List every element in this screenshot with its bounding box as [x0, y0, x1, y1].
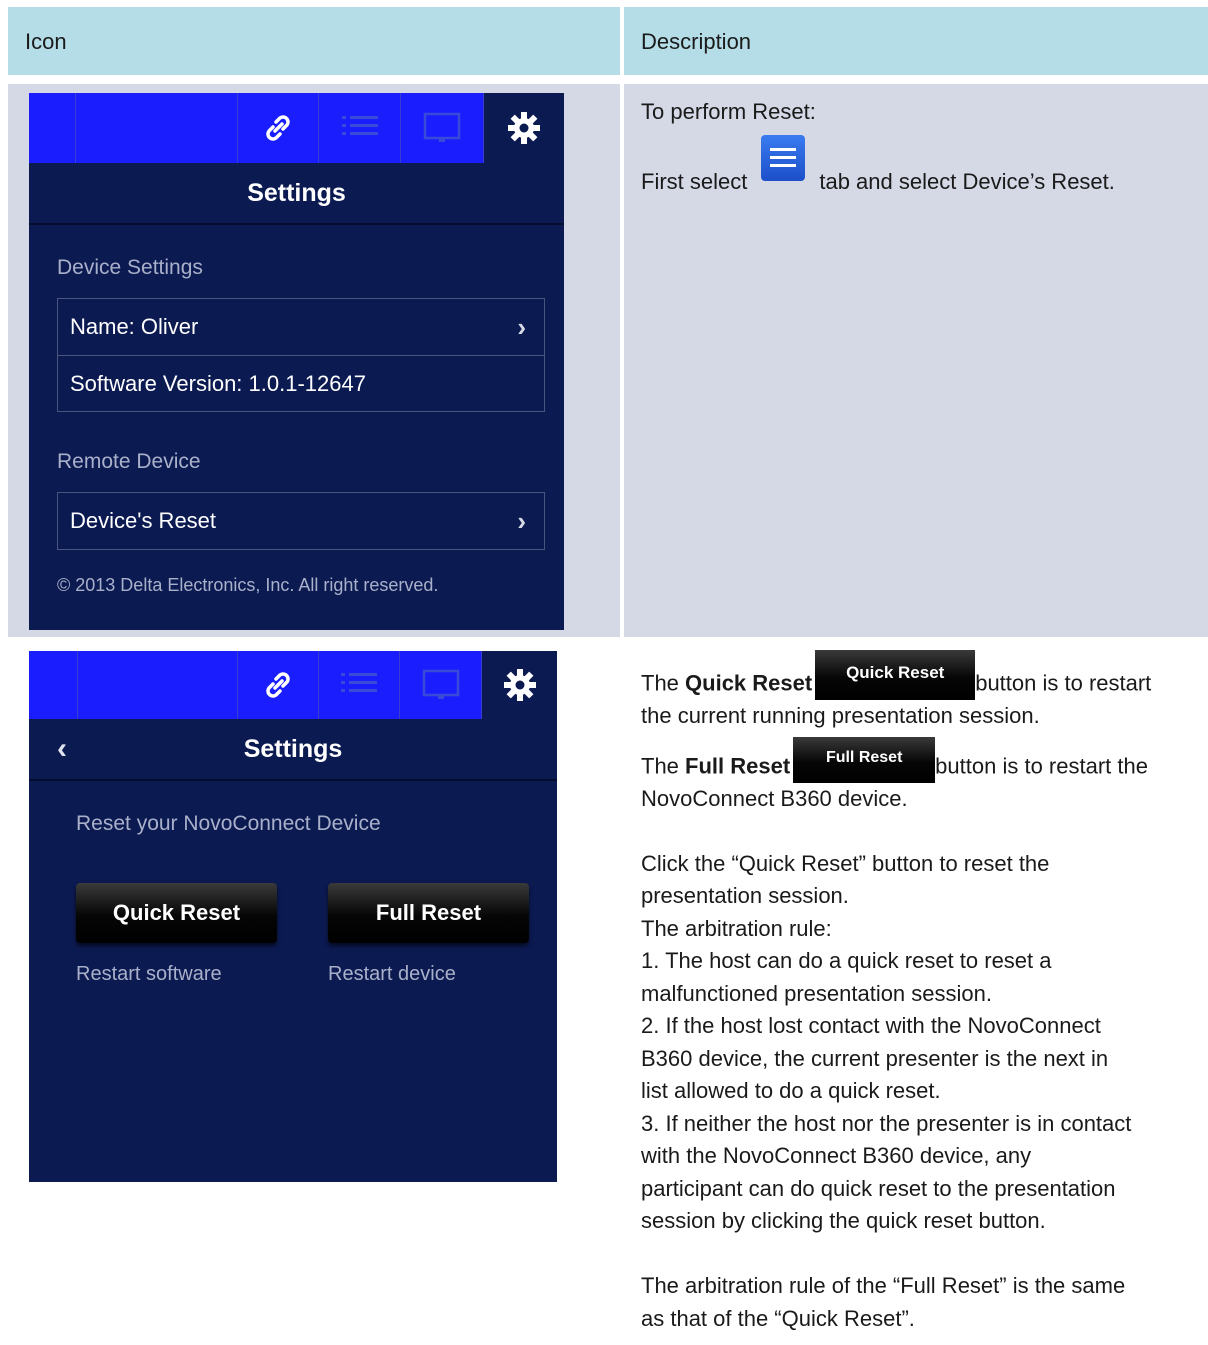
device-reset-list-item[interactable]: Device's Reset › [58, 493, 544, 549]
tab-link[interactable] [237, 93, 318, 163]
desc-line: malfunctioned presentation session. [641, 980, 992, 1006]
first-select-text: First select [641, 168, 748, 194]
perform-reset-line: To perform Reset: [641, 99, 816, 124]
name-list-item[interactable]: Name: Oliver › [58, 299, 544, 355]
tab-link[interactable] [237, 651, 318, 719]
full-reset-para-line2: NovoConnect B360 device. [641, 785, 908, 811]
full-reset-para-tail: button is to restart the [935, 753, 1148, 778]
full-reset-bold: Full Reset [685, 753, 791, 778]
desc-line: Click the “Quick Reset” button to reset … [641, 850, 1050, 876]
screen-icon [423, 112, 461, 142]
list-icon [341, 116, 378, 135]
device-settings-list: Name: Oliver › Software Version: 1.0.1-1… [57, 298, 545, 412]
tab-bar [29, 651, 557, 719]
header-icon-label: Icon [25, 29, 67, 54]
quick-reset-subtitle: Restart software [76, 963, 222, 985]
reset-screen-screenshot: ‹ Settings Reset your NovoConnect Device… [29, 651, 557, 1182]
row2-description: The Quick Reset Quick Reset button is to r… [641, 650, 1206, 1335]
software-version-item: Software Version: 1.0.1-12647 [58, 355, 544, 411]
tab-list[interactable] [318, 93, 400, 163]
screen-icon [422, 669, 459, 699]
full-reset-subtitle: Restart device [328, 963, 456, 985]
header-cell-description: Description [624, 7, 1208, 75]
reset-device-label: Reset your NovoConnect Device [76, 812, 381, 835]
desc-line: presentation session. [641, 883, 849, 908]
tab-list[interactable] [318, 651, 399, 719]
tab-screen[interactable] [400, 93, 483, 163]
tab-settings[interactable] [483, 93, 564, 163]
list-tab-icon [761, 134, 806, 181]
header-description-label: Description [641, 29, 752, 54]
chevron-right-icon: › [517, 506, 526, 536]
settings-screen-screenshot: Settings Device Settings Name: Oliver › … [29, 93, 564, 630]
desc-line: 3. If neither the host nor the presenter… [641, 1110, 1132, 1136]
name-value: Name: Oliver [70, 314, 199, 339]
final-line-2: as that of the “Quick Reset”. [641, 1305, 915, 1331]
quick-reset-para: The Quick Reset Quick Reset button is to r… [641, 650, 1206, 700]
screen-title: Settings [247, 179, 346, 207]
link-icon [266, 672, 290, 698]
back-chevron-icon[interactable]: ‹ [57, 719, 67, 779]
chevron-right-icon: › [517, 312, 526, 342]
desc-line: B360 device, the current presenter is th… [641, 1045, 1109, 1071]
quick-reset-para-lead: The [641, 670, 686, 696]
quick-reset-button[interactable]: Quick Reset [76, 883, 277, 943]
copyright-text: © 2013 Delta Electronics, Inc. All right… [57, 575, 439, 595]
remote-device-label: Remote Device [57, 450, 201, 473]
select-device-reset-text: tab and select Device’s Reset. [819, 168, 1115, 194]
quick-reset-para-line2: the current running presentation session… [641, 703, 1040, 728]
first-select-line: First select tab and select Device’s Rese… [641, 134, 1201, 199]
desc-line: list allowed to do a quick reset. [641, 1078, 941, 1103]
tab-bar [29, 93, 564, 163]
desc-line: 1. The host can do a quick reset to rese… [641, 948, 1052, 973]
quick-reset-para-tail: button is to restart [975, 670, 1152, 696]
gear-icon [508, 112, 540, 144]
tab-settings[interactable] [481, 651, 557, 719]
header-cell-icon: Icon [8, 7, 620, 75]
tab-empty[interactable] [75, 93, 237, 163]
full-reset-inline-button-image: Full Reset [793, 736, 936, 783]
tab-empty[interactable] [77, 651, 237, 719]
quick-reset-inline-button-image: Quick Reset [815, 650, 976, 700]
full-reset-button[interactable]: Full Reset [328, 883, 529, 943]
link-icon [266, 115, 290, 141]
title-bar: ‹ Settings [29, 719, 557, 781]
tab-screen[interactable] [399, 651, 481, 719]
final-line-1: The arbitration rule of the “Full Reset”… [641, 1273, 1126, 1298]
software-version-value: Software Version: 1.0.1-12647 [70, 371, 366, 396]
desc-line: The arbitration rule: [641, 915, 832, 941]
desc-line: with the NovoConnect B360 device, any [641, 1143, 1032, 1168]
title-bar: Settings [29, 163, 564, 225]
desc-line: participant can do quick reset to the pr… [641, 1175, 1116, 1201]
list-icon [341, 673, 377, 692]
desc-line: session by clicking the quick reset butt… [641, 1208, 1046, 1233]
desc-line: 2. If the host lost contact with the Nov… [641, 1013, 1101, 1038]
device-settings-label: Device Settings [57, 256, 203, 279]
remote-device-list: Device's Reset › [57, 492, 545, 550]
row1-description: To perform Reset: First select tab and se… [641, 96, 1201, 198]
device-reset-label: Device's Reset [70, 508, 217, 533]
quick-reset-bold: Quick Reset [685, 670, 813, 696]
gear-icon [503, 669, 536, 701]
full-reset-para: The Full Reset Full Reset button is to res… [641, 736, 1206, 783]
screen-title: Settings [243, 735, 343, 763]
full-reset-para-lead: The [641, 753, 686, 778]
